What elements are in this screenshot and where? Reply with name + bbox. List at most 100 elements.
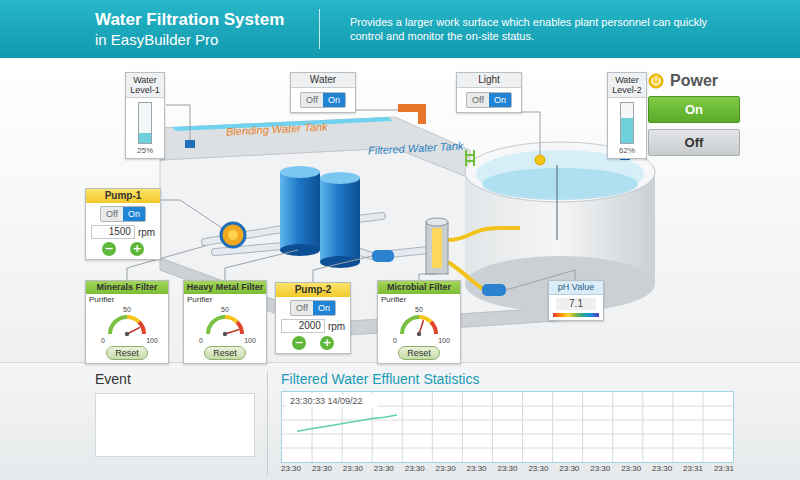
gauge-label: Purifier bbox=[89, 295, 114, 304]
ph-scale bbox=[553, 313, 599, 317]
pump-body: OffOn 1500rpm −+ bbox=[86, 203, 160, 259]
speed-row: 1500rpm bbox=[91, 225, 155, 239]
svg-text:100: 100 bbox=[244, 337, 256, 344]
pump-body: OffOn 2000rpm −+ bbox=[276, 297, 350, 353]
switch-body: OffOn bbox=[291, 88, 355, 112]
power-label: Power bbox=[670, 72, 718, 90]
reset-button[interactable]: Reset bbox=[204, 346, 246, 360]
svg-text:50: 50 bbox=[221, 306, 229, 313]
toggle-option[interactable]: On bbox=[123, 207, 145, 221]
filter-panel: Microbial FilterPurifier050100Reset bbox=[377, 280, 461, 364]
process-diagram: Blending Water TankFiltered Water TankWa… bbox=[0, 58, 800, 362]
dial-gauge: 0 50 100 bbox=[94, 304, 160, 346]
x-tick: 23:31 bbox=[714, 464, 734, 474]
trend-chart: 23:30:33 14/09/22 bbox=[281, 391, 734, 463]
x-tick: 23:31 bbox=[683, 464, 703, 474]
toggle-option[interactable]: On bbox=[489, 93, 511, 107]
pump-label: Pump-1 bbox=[86, 189, 160, 203]
x-tick: 23:30 bbox=[621, 464, 641, 474]
pump-panel: Pump-2 OffOn 2000rpm −+ bbox=[275, 282, 351, 354]
step-buttons: −+ bbox=[292, 336, 334, 350]
chart-panel: Filtered Water Effluent Statistics 23:30:… bbox=[267, 371, 752, 476]
x-tick: 23:30 bbox=[312, 464, 332, 474]
gauge-label: Water Level-2 bbox=[608, 73, 646, 98]
ph-panel: pH Value 7.1 bbox=[548, 280, 604, 321]
svg-text:0: 0 bbox=[393, 337, 397, 344]
switch-body: OffOn bbox=[457, 88, 521, 112]
x-tick: 23:30 bbox=[343, 464, 363, 474]
header-divider bbox=[319, 9, 320, 49]
level-reading: 62% bbox=[619, 146, 635, 156]
level-fill bbox=[621, 118, 633, 143]
svg-text:23:30:33 14/09/22: 23:30:33 14/09/22 bbox=[290, 396, 363, 406]
pump-panel: Pump-1 OffOn 1500rpm −+ bbox=[85, 188, 161, 260]
toggle-option[interactable]: Off bbox=[291, 301, 313, 315]
toggle: OffOn bbox=[300, 92, 346, 108]
gauge-label: Purifier bbox=[381, 295, 406, 304]
gauge-body: 25% bbox=[126, 98, 164, 158]
svg-text:0: 0 bbox=[101, 337, 105, 344]
level-tube bbox=[620, 102, 634, 144]
x-axis: 23:30 23:30 23:30 23:30 23:30 23:30 23:30 23:30… bbox=[281, 464, 734, 474]
filter-panel: Minerals FilterPurifier050100Reset bbox=[85, 280, 169, 364]
toggle-option[interactable]: Off bbox=[101, 207, 123, 221]
filter-panel: Heavy Metal FilterPurifier 0 50 100 Reset bbox=[183, 280, 267, 364]
chart-title: Filtered Water Effluent Statistics bbox=[281, 371, 752, 387]
trend-line bbox=[297, 415, 397, 431]
dial-gauge: 0 50 100 bbox=[192, 304, 258, 346]
speed-field[interactable]: 1500 bbox=[91, 225, 135, 239]
speed-field[interactable]: 2000 bbox=[281, 319, 325, 333]
switch-panel: Water OffOn bbox=[290, 72, 356, 113]
step-button[interactable]: − bbox=[102, 242, 116, 256]
filter-label: Heavy Metal Filter bbox=[184, 281, 266, 294]
power-button[interactable]: On bbox=[648, 96, 740, 123]
filter-label: Microbial Filter bbox=[378, 281, 460, 294]
x-tick: 23:30 bbox=[436, 464, 456, 474]
switch-label: Light bbox=[457, 73, 521, 88]
step-button[interactable]: + bbox=[320, 336, 334, 350]
ph-body: 7.1 bbox=[549, 295, 603, 320]
hmi-screen: Water Filtration Systemin EasyBuilder Pr… bbox=[0, 0, 800, 480]
power-button[interactable]: Off bbox=[648, 129, 740, 156]
x-tick: 23:30 bbox=[528, 464, 548, 474]
svg-text:0: 0 bbox=[199, 337, 203, 344]
header: Water Filtration Systemin EasyBuilder Pr… bbox=[0, 0, 800, 58]
pump-label: Pump-2 bbox=[276, 283, 350, 297]
toggle: OffOn bbox=[290, 300, 336, 316]
toggle-option[interactable]: On bbox=[323, 93, 345, 107]
speed-row: 2000rpm bbox=[281, 319, 345, 333]
gauge-label: Purifier bbox=[187, 295, 212, 304]
bottom-panel: Event Filtered Water Effluent Statistics 2… bbox=[0, 362, 800, 480]
app-subtitle: in EasyBuilder Pro bbox=[95, 30, 307, 49]
switch-label: Water bbox=[291, 73, 355, 88]
level-fill bbox=[139, 133, 151, 143]
speed-unit: rpm bbox=[328, 321, 345, 332]
app-title: Water Filtration System bbox=[95, 10, 307, 30]
toggle-option[interactable]: Off bbox=[467, 93, 489, 107]
x-tick: 23:30 bbox=[467, 464, 487, 474]
power-icon bbox=[648, 73, 664, 89]
toggle-option[interactable]: Off bbox=[301, 93, 323, 107]
water-level-gauge: Water Level-2 62% bbox=[607, 72, 647, 159]
svg-text:50: 50 bbox=[123, 306, 131, 313]
filter-body: Purifier 0 50 100 Reset bbox=[184, 294, 266, 363]
step-button[interactable]: − bbox=[292, 336, 306, 350]
x-tick: 23:30 bbox=[559, 464, 579, 474]
level-reading: 25% bbox=[137, 146, 153, 156]
toggle-option[interactable]: On bbox=[313, 301, 335, 315]
event-panel: Event bbox=[95, 371, 255, 476]
ph-reading: 7.1 bbox=[556, 298, 596, 310]
reset-button[interactable]: Reset bbox=[398, 346, 440, 360]
step-button[interactable]: + bbox=[130, 242, 144, 256]
dial-gauge: 050100 bbox=[386, 304, 452, 346]
svg-text:100: 100 bbox=[146, 337, 158, 344]
svg-text:100: 100 bbox=[438, 337, 450, 344]
ph-label: pH Value bbox=[549, 281, 603, 295]
x-tick: 23:30 bbox=[281, 464, 301, 474]
x-tick: 23:30 bbox=[497, 464, 517, 474]
power-panel: Power On Off bbox=[648, 72, 740, 156]
toggle: OffOn bbox=[100, 206, 146, 222]
reset-button[interactable]: Reset bbox=[106, 346, 148, 360]
gauge-label: Water Level-1 bbox=[126, 73, 164, 98]
toggle: OffOn bbox=[466, 92, 512, 108]
